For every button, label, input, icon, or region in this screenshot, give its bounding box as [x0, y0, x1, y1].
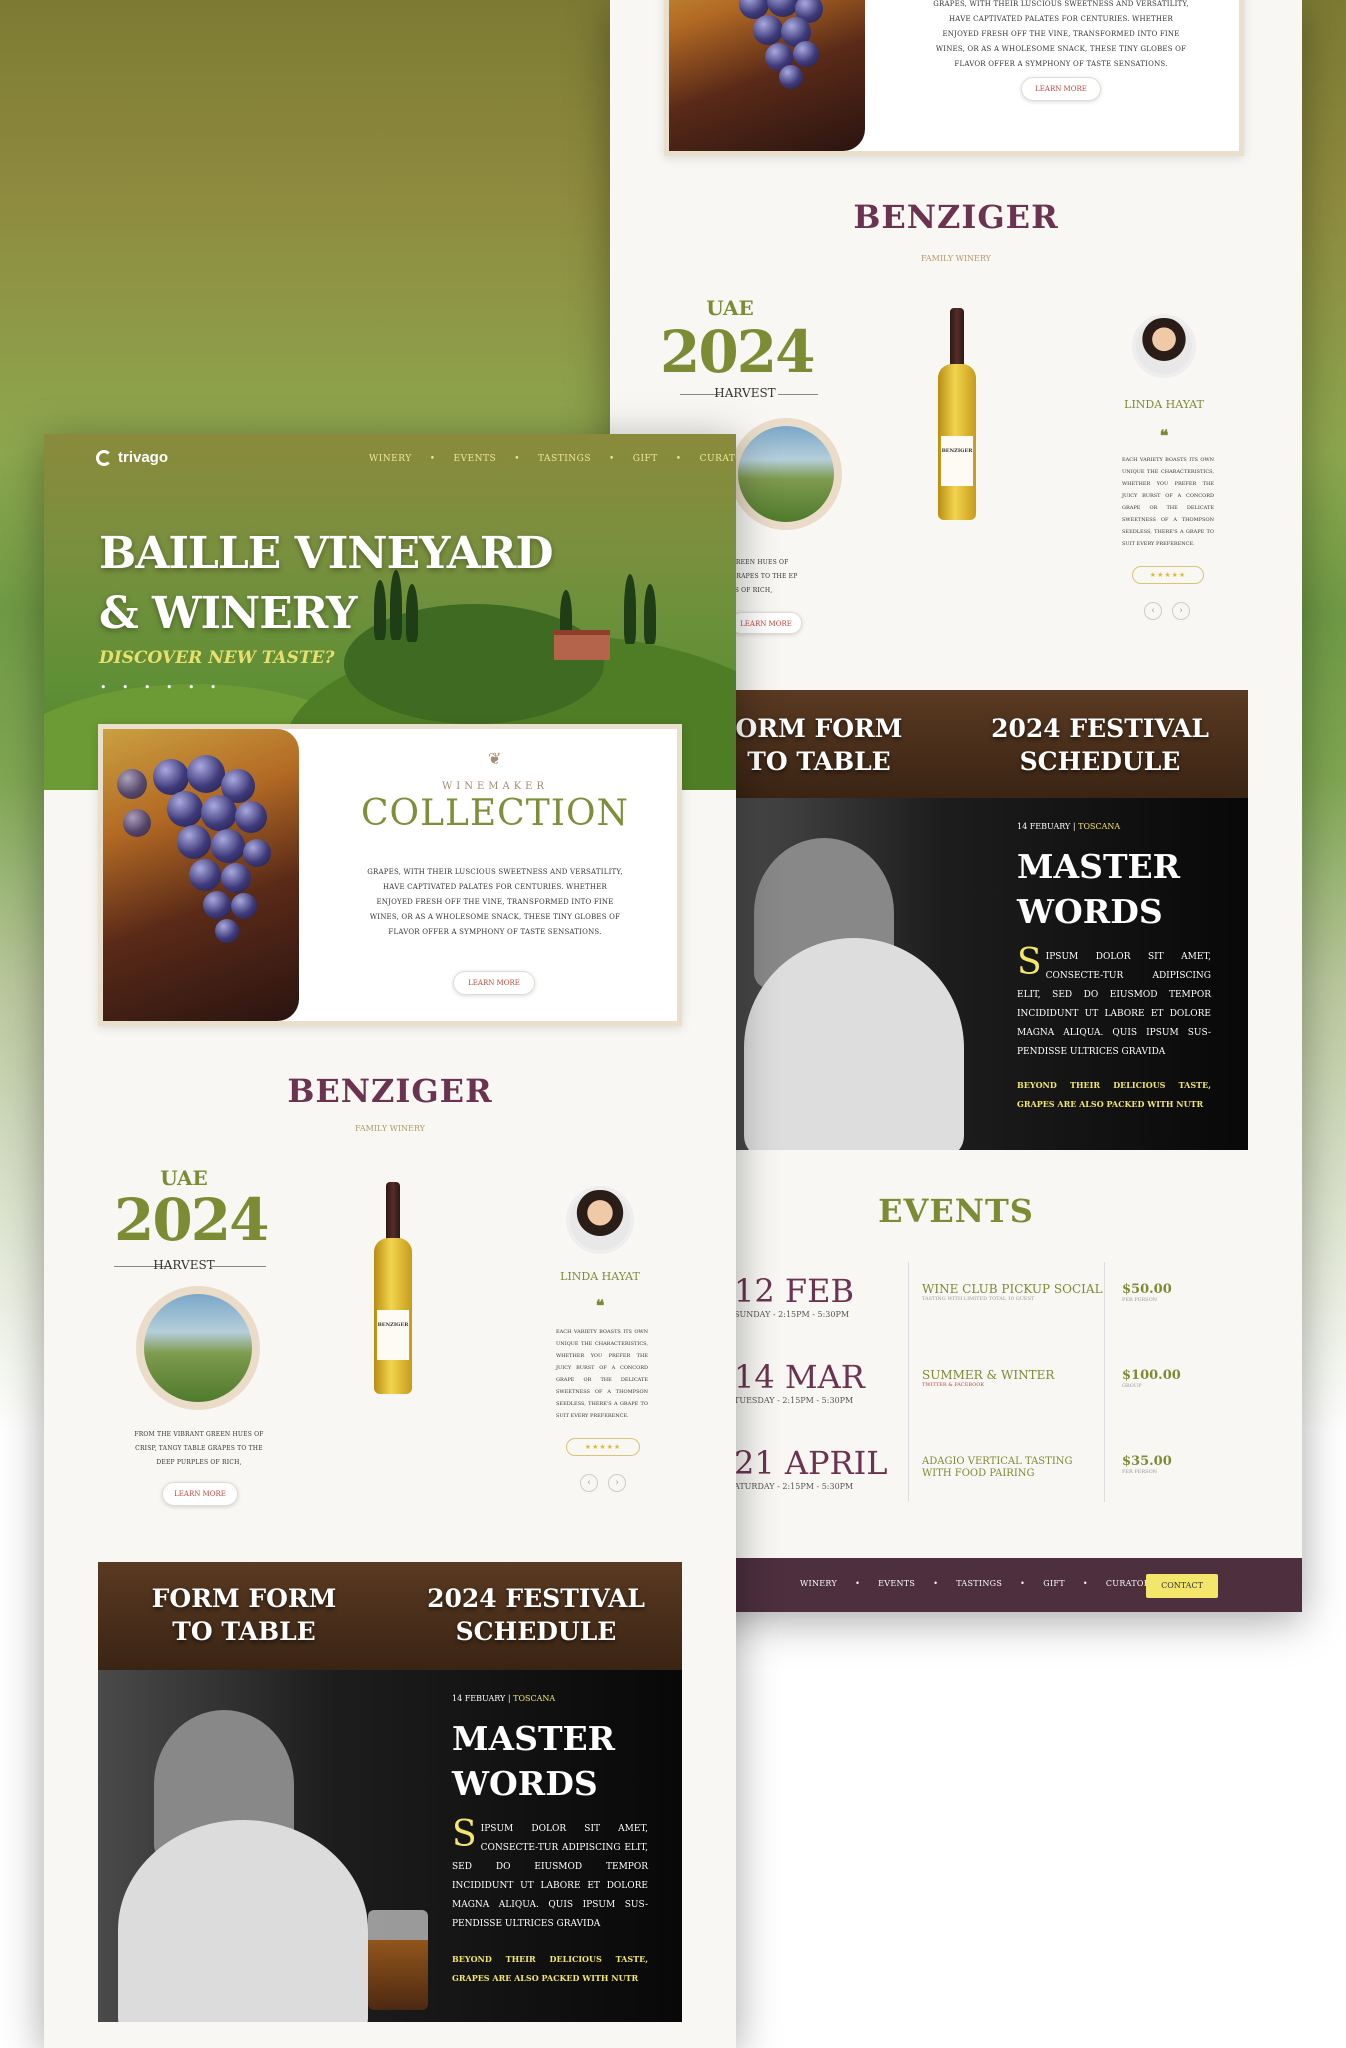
- master-text: S IPSUM DOLOR SIT AMET, CONSECTE-TUR ADIP…: [452, 1814, 648, 1930]
- grape-emblem-icon: ❦: [488, 749, 502, 768]
- brand-title-back: BENZIGER: [853, 198, 1059, 236]
- events-title-back: EVENTS: [878, 1192, 1034, 1230]
- whiskey-decanter: [368, 1910, 428, 2010]
- nav-tastings[interactable]: TASTINGS: [538, 454, 591, 464]
- events-list-back: 12 FEB SUNDAY - 2:15PM - 5:30PM WINE CLU…: [734, 1262, 1248, 1502]
- slider-dots[interactable]: • • • • • •: [100, 681, 222, 694]
- wine-bottle-back: BENZIGER: [938, 308, 976, 520]
- nav-events[interactable]: EVENTS: [454, 454, 497, 464]
- brand-subtitle-back: FAMILY WINERY: [921, 254, 991, 263]
- quote-icon: ❝: [595, 1296, 605, 1315]
- grapes-image: [103, 729, 299, 1021]
- collection-kicker: WINEMAKER: [441, 781, 549, 792]
- villa-image-back: [730, 418, 842, 530]
- footer-bar: WINERY • EVENTS • TASTINGS • GIFT • CURATORS…: [734, 1558, 1302, 1612]
- learn-more-button-2[interactable]: LEARN MORE: [162, 1482, 238, 1506]
- brand-title: BENZIGER: [287, 1072, 493, 1110]
- festival-panel-title: 2024 FESTIVAL SCHEDULE: [427, 1584, 645, 1646]
- nav-curators[interactable]: CURATORS: [700, 454, 736, 464]
- nav-gift[interactable]: GIFT: [633, 454, 658, 464]
- brand-subtitle: FAMILY WINERY: [355, 1124, 425, 1133]
- reviewer-name-back: LINDA HAYAT: [1124, 398, 1204, 411]
- front-page-preview: trivago WINERY • EVENTS • TASTINGS • GIFT • …: [44, 434, 736, 2048]
- year-label: 2024: [114, 1186, 269, 1254]
- villa-text: FROM THE VIBRANT GREEN HUES OF CRISP, TA…: [134, 1431, 264, 1466]
- master-footer-text: BEYOND THEIR DELICIOUS TASTE, GRAPES ARE…: [452, 1954, 648, 1983]
- footer-nav-winery[interactable]: WINERY: [800, 1579, 837, 1588]
- footer-nav-events[interactable]: EVENTS: [878, 1579, 915, 1588]
- master-title: MASTER WORDS: [452, 1719, 616, 1803]
- collection-card-back: GRAPES, WITH THEIR LUSCIOUS SWEETNESS AN…: [664, 0, 1244, 156]
- prev-arrow-icon[interactable]: ‹: [580, 1474, 598, 1492]
- wine-bottle: BENZIGER: [374, 1182, 412, 1394]
- master-panel-back: 14 FEBUARY | TOSCANA MASTER WORDS S IPSUM…: [734, 798, 1248, 1150]
- festival-panel-back: 2024 FESTIVAL SCHEDULE: [956, 690, 1248, 798]
- food-panel-title: FORM FORM TO TABLE: [151, 1584, 337, 1646]
- hero-title: BAILLE VINEYARD & WINERY: [99, 528, 554, 639]
- site-logo[interactable]: trivago: [96, 449, 168, 466]
- quote-icon-back: ❝: [1159, 426, 1169, 445]
- villa-image: [136, 1286, 260, 1410]
- uae-label-back: UAE: [706, 296, 754, 320]
- food-panel-back: ORM FORM TO TABLE: [734, 690, 958, 798]
- collection-title: COLLECTION: [361, 793, 629, 834]
- festival-panel[interactable]: 2024 FESTIVAL SCHEDULE: [390, 1562, 682, 1670]
- footer-nav: WINERY • EVENTS • TASTINGS • GIFT • CURATORS: [800, 1579, 1156, 1588]
- top-nav: WINERY• EVENTS• TASTINGS• GIFT• CURATORS: [369, 454, 736, 464]
- next-arrow-icon-back[interactable]: ›: [1172, 602, 1190, 620]
- harvest-label: HARVEST: [153, 1258, 215, 1272]
- harvest-label-back: HARVEST: [714, 386, 776, 400]
- collection-text-back: GRAPES, WITH THEIR LUSCIOUS SWEETNESS AN…: [933, 0, 1189, 68]
- master-words-panel: 14 FEBUARY | TOSCANA MASTER WORDS S IPSUM …: [98, 1670, 682, 2022]
- learn-more-button[interactable]: LEARN MORE: [453, 971, 535, 995]
- collection-text: GRAPES, WITH THEIR LUSCIOUS SWEETNESS AN…: [367, 868, 623, 936]
- rating-stars: ★★★★★: [566, 1438, 640, 1456]
- learn-more-button-back[interactable]: LEARN MORE: [1021, 77, 1101, 101]
- footer-nav-gift[interactable]: GIFT: [1043, 1579, 1065, 1588]
- reviewer-name: LINDA HAYAT: [560, 1270, 640, 1283]
- villa-house: [554, 630, 610, 660]
- review-text: EACH VARIETY BOASTS ITS OWN UNIQUE THE C…: [556, 1329, 648, 1419]
- logo-ring-icon: [96, 449, 112, 466]
- rating-stars-back: ★★★★★: [1132, 566, 1204, 584]
- learn-more-button-back2[interactable]: LEARN MORE: [730, 612, 802, 634]
- nav-winery[interactable]: WINERY: [369, 454, 412, 464]
- collection-card: ❦ WINEMAKER COLLECTION GRAPES, WITH THEI…: [98, 724, 682, 1026]
- food-panel[interactable]: FORM FORM TO TABLE: [98, 1562, 390, 1670]
- master-date: 14 FEBUARY | TOSCANA: [452, 1694, 556, 1703]
- next-arrow-icon[interactable]: ›: [608, 1474, 626, 1492]
- footer-nav-tastings[interactable]: TASTINGS: [956, 1579, 1002, 1588]
- grapes-image: [669, 0, 865, 151]
- hero-subtitle: DISCOVER NEW TASTE?: [99, 648, 335, 668]
- reviewer-avatar-back: [1132, 314, 1196, 378]
- year-label-back: 2024: [660, 318, 815, 386]
- contact-button[interactable]: CONTACT: [1146, 1574, 1218, 1598]
- reviewer-avatar: [566, 1186, 634, 1254]
- prev-arrow-icon-back[interactable]: ‹: [1144, 602, 1162, 620]
- review-text-back: EACH VARIETY BOASTS ITS OWN UNIQUE THE C…: [1122, 457, 1214, 547]
